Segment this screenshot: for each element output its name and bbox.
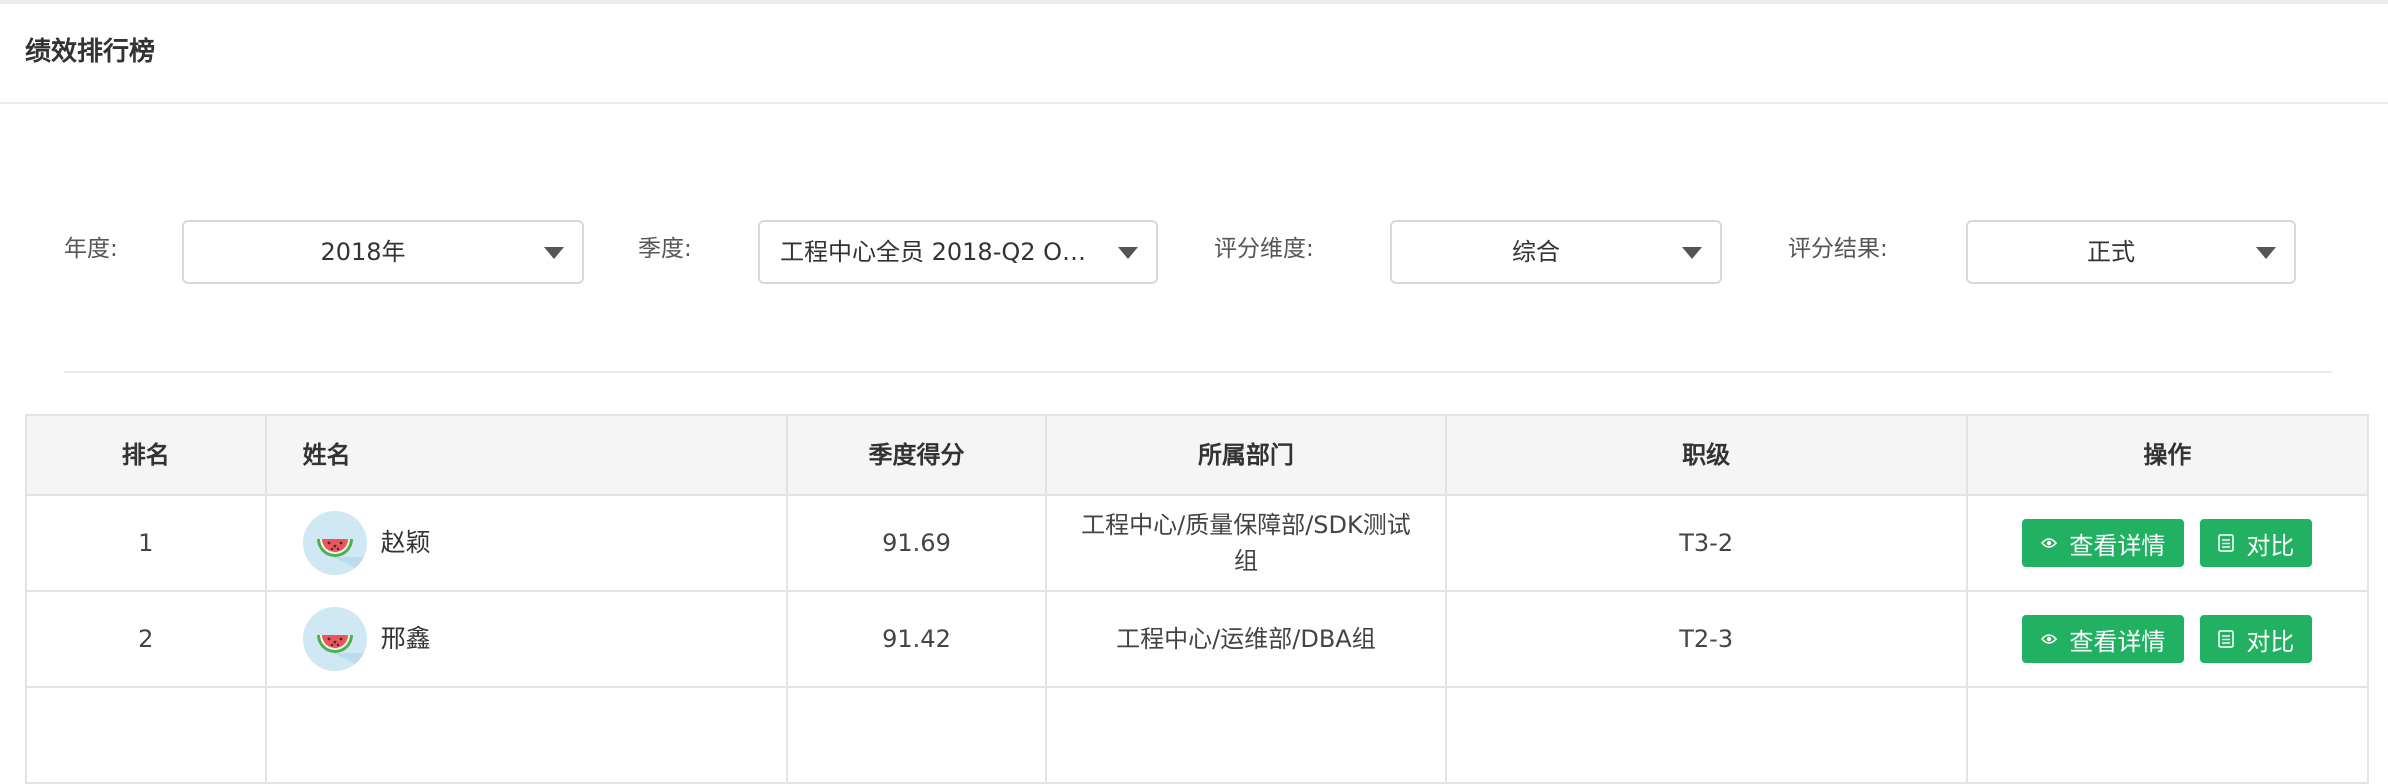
view-detail-label: 查看详情 xyxy=(2069,627,2166,656)
compare-label: 对比 xyxy=(2246,531,2295,560)
page-header: 绩效排行榜 xyxy=(0,4,2388,104)
view-detail-button[interactable]: 查看详情 xyxy=(2022,519,2185,567)
compare-button[interactable]: 对比 xyxy=(2200,519,2313,567)
level-cell-empty xyxy=(1447,688,1968,782)
column-header-actions: 操作 xyxy=(2143,441,2192,469)
name-cell: 赵颖 xyxy=(267,496,788,590)
year-label: 年度: xyxy=(64,236,118,262)
dimension-label: 评分维度: xyxy=(1214,236,1314,262)
caret-down-icon xyxy=(1118,247,1138,259)
watermelon-icon xyxy=(302,511,367,575)
name-cell-empty xyxy=(267,688,788,782)
eye-icon xyxy=(2041,537,2058,549)
watermelon-icon xyxy=(302,607,367,671)
score-cell: 91.69 xyxy=(788,496,1048,590)
quarter-label: 季度: xyxy=(638,236,692,262)
actions-cell-empty xyxy=(1968,688,2367,782)
dimension-select-value: 综合 xyxy=(1512,238,1560,266)
view-detail-button[interactable]: 查看详情 xyxy=(2022,615,2185,663)
department-cell: 工程中心/运维部/DBA组 xyxy=(1047,592,1447,686)
year-select-value: 2018年 xyxy=(320,238,406,266)
result-select[interactable]: 正式 xyxy=(1966,220,2296,284)
result-select-value: 正式 xyxy=(2087,238,2135,266)
compare-button[interactable]: 对比 xyxy=(2200,615,2313,663)
level-cell: T3-2 xyxy=(1447,496,1968,590)
dimension-select[interactable]: 综合 xyxy=(1390,220,1722,284)
page-title: 绩效排行榜 xyxy=(25,37,156,67)
employee-name: 赵颖 xyxy=(380,528,431,557)
rank-cell-empty xyxy=(27,688,267,782)
column-header-name: 姓名 xyxy=(267,416,788,494)
year-select[interactable]: 2018年 xyxy=(182,220,584,284)
ranking-table: 排名 姓名 季度得分 所属部门 职级 操作 1 赵颖 91.69 工程中心/质量… xyxy=(25,414,2369,784)
quarter-select-value: 工程中心全员 2018-Q2 OKR... xyxy=(780,238,1117,266)
view-detail-label: 查看详情 xyxy=(2069,531,2166,560)
column-header-rank: 排名 xyxy=(27,416,267,494)
caret-down-icon xyxy=(1682,247,1702,259)
table-row: 1 赵颖 91.69 工程中心/质量保障部/SDK测试组 T3-2 查看详情 对… xyxy=(27,496,2367,592)
table-row-partial xyxy=(27,688,2367,784)
name-cell: 邢鑫 xyxy=(267,592,788,686)
caret-down-icon xyxy=(544,247,564,259)
divider xyxy=(64,371,2332,373)
caret-down-icon xyxy=(2256,247,2276,259)
department-cell-empty xyxy=(1047,688,1447,782)
table-header-row: 排名 姓名 季度得分 所属部门 职级 操作 xyxy=(27,416,2367,496)
document-icon xyxy=(2218,630,2235,648)
eye-icon xyxy=(2041,633,2058,645)
actions-cell: 查看详情 对比 xyxy=(1968,592,2367,686)
table-row: 2 邢鑫 91.42 工程中心/运维部/DBA组 T2-3 查看详情 对比 xyxy=(27,592,2367,688)
actions-cell: 查看详情 对比 xyxy=(1968,496,2367,590)
column-header-score: 季度得分 xyxy=(788,416,1048,494)
column-header-level: 职级 xyxy=(1447,416,1968,494)
level-cell: T2-3 xyxy=(1447,592,1968,686)
compare-label: 对比 xyxy=(2246,627,2295,656)
score-cell-empty xyxy=(788,688,1048,782)
quarter-select[interactable]: 工程中心全员 2018-Q2 OKR... xyxy=(758,220,1158,284)
rank-cell: 1 xyxy=(27,496,267,590)
department-cell: 工程中心/质量保障部/SDK测试组 xyxy=(1047,496,1447,590)
result-label: 评分结果: xyxy=(1788,236,1888,262)
document-icon xyxy=(2218,534,2235,552)
rank-cell: 2 xyxy=(27,592,267,686)
employee-name: 邢鑫 xyxy=(380,624,431,653)
score-cell: 91.42 xyxy=(788,592,1048,686)
column-header-department: 所属部门 xyxy=(1047,416,1447,494)
